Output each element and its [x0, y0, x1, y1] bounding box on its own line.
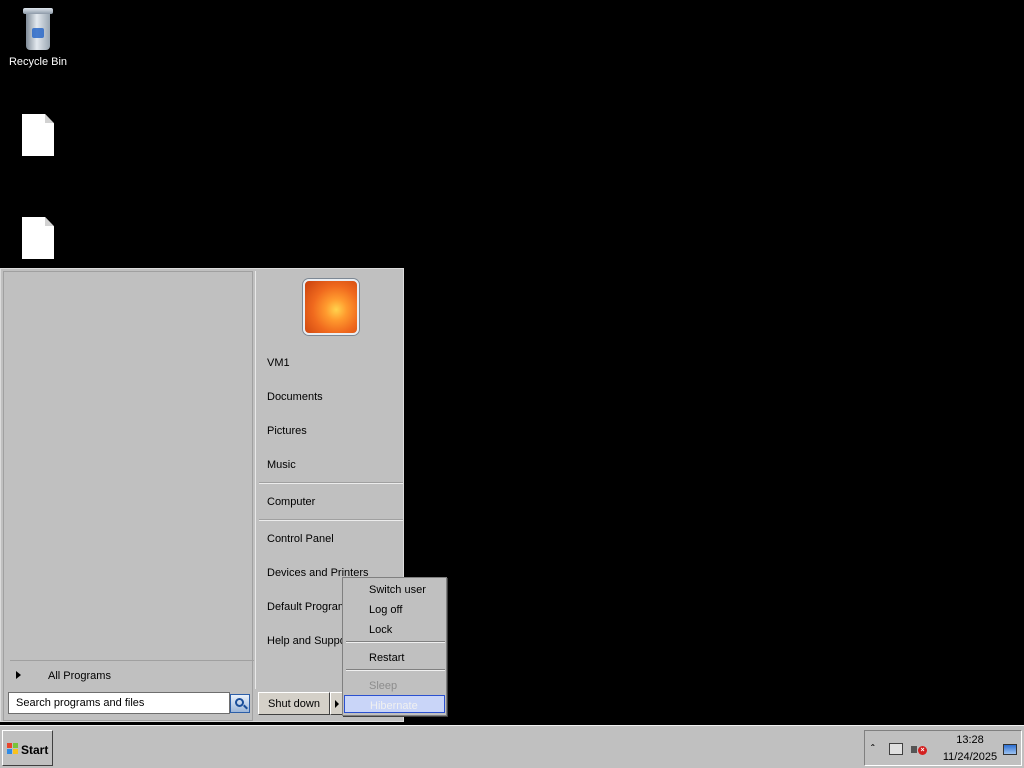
menu-item-restart[interactable]: Restart: [344, 648, 445, 666]
start-button[interactable]: Start: [2, 730, 53, 766]
start-item-computer[interactable]: Computer: [267, 496, 315, 508]
all-programs-item[interactable]: All Programs: [10, 660, 254, 682]
menu-item-log-off[interactable]: Log off: [344, 600, 445, 618]
user-avatar[interactable]: [303, 279, 359, 335]
all-programs-label: All Programs: [48, 670, 111, 682]
start-item-control-panel[interactable]: Control Panel: [267, 533, 334, 545]
taskbar: Start ˆ × 13:28 11/24/2025: [0, 725, 1024, 768]
file-icon: [22, 114, 54, 156]
pane-divider: [255, 271, 256, 689]
clock-date[interactable]: 11/24/2025: [937, 751, 1003, 763]
volume-muted-icon[interactable]: ×: [911, 743, 927, 756]
menu-separator: [259, 519, 403, 521]
start-item-help-support[interactable]: Help and Support: [267, 635, 353, 647]
system-tray: ˆ × 13:28 11/24/2025: [864, 730, 1022, 766]
menu-separator: [259, 482, 403, 484]
start-item-music[interactable]: Music: [267, 459, 296, 471]
show-hidden-icons-icon[interactable]: ˆ: [871, 744, 874, 755]
show-desktop-icon[interactable]: [1003, 744, 1017, 755]
menu-separator: [346, 669, 445, 671]
desktop-icon-file[interactable]: [0, 114, 76, 160]
start-item-user[interactable]: VM1: [267, 357, 290, 369]
arrow-right-icon: [16, 671, 21, 679]
start-item-documents[interactable]: Documents: [267, 391, 323, 403]
recycle-bin-label: Recycle Bin: [8, 56, 68, 68]
menu-separator: [346, 641, 445, 643]
shutdown-submenu: Switch user Log off Lock Restart Sleep H…: [342, 577, 447, 716]
shutdown-button[interactable]: Shut down: [258, 692, 330, 715]
menu-item-sleep: Sleep: [369, 680, 398, 692]
file-icon: [22, 217, 54, 259]
search-button[interactable]: [230, 694, 250, 713]
start-label: Start: [21, 743, 49, 757]
menu-item-lock[interactable]: Lock: [344, 620, 445, 638]
desktop-icon-file[interactable]: [0, 217, 76, 263]
network-icon[interactable]: [889, 743, 903, 755]
clock-time[interactable]: 13:28: [937, 734, 1003, 746]
start-item-pictures[interactable]: Pictures: [267, 425, 307, 437]
recycle-bin-icon: [21, 6, 55, 52]
programs-pane: All Programs: [3, 271, 254, 721]
search-input[interactable]: Search programs and files: [8, 692, 230, 714]
menu-item-hibernate[interactable]: Hibernate: [344, 695, 445, 713]
start-item-default-programs[interactable]: Default Programs: [267, 601, 353, 613]
desktop-icon-recycle-bin[interactable]: Recycle Bin: [0, 6, 76, 68]
menu-item-switch-user[interactable]: Switch user: [344, 580, 445, 598]
windows-logo-icon: [7, 743, 19, 755]
